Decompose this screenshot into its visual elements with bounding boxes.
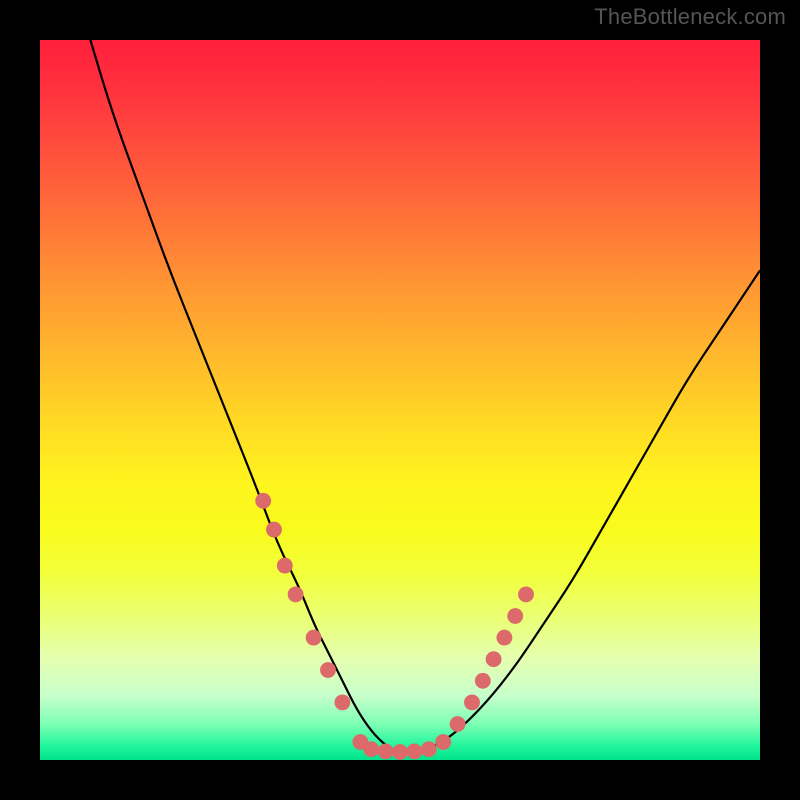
data-marker [363, 741, 379, 757]
data-marker [306, 630, 322, 646]
data-marker [320, 662, 336, 678]
watermark-text: TheBottleneck.com [594, 4, 786, 30]
data-marker [378, 743, 394, 759]
chart-container: TheBottleneck.com [0, 0, 800, 800]
marker-group [255, 493, 534, 760]
chart-overlay [40, 40, 760, 760]
data-marker [288, 586, 304, 602]
data-marker [266, 522, 282, 538]
data-marker [334, 694, 350, 710]
data-marker [486, 651, 502, 667]
data-marker [392, 744, 408, 760]
data-marker [507, 608, 523, 624]
plot-area [40, 40, 760, 760]
data-marker [435, 734, 451, 750]
data-marker [421, 741, 437, 757]
data-marker [496, 630, 512, 646]
data-marker [450, 716, 466, 732]
data-marker [255, 493, 271, 509]
curve-line [90, 40, 760, 753]
data-marker [475, 673, 491, 689]
data-marker [464, 694, 480, 710]
data-marker [518, 586, 534, 602]
data-marker [406, 743, 422, 759]
data-marker [277, 558, 293, 574]
